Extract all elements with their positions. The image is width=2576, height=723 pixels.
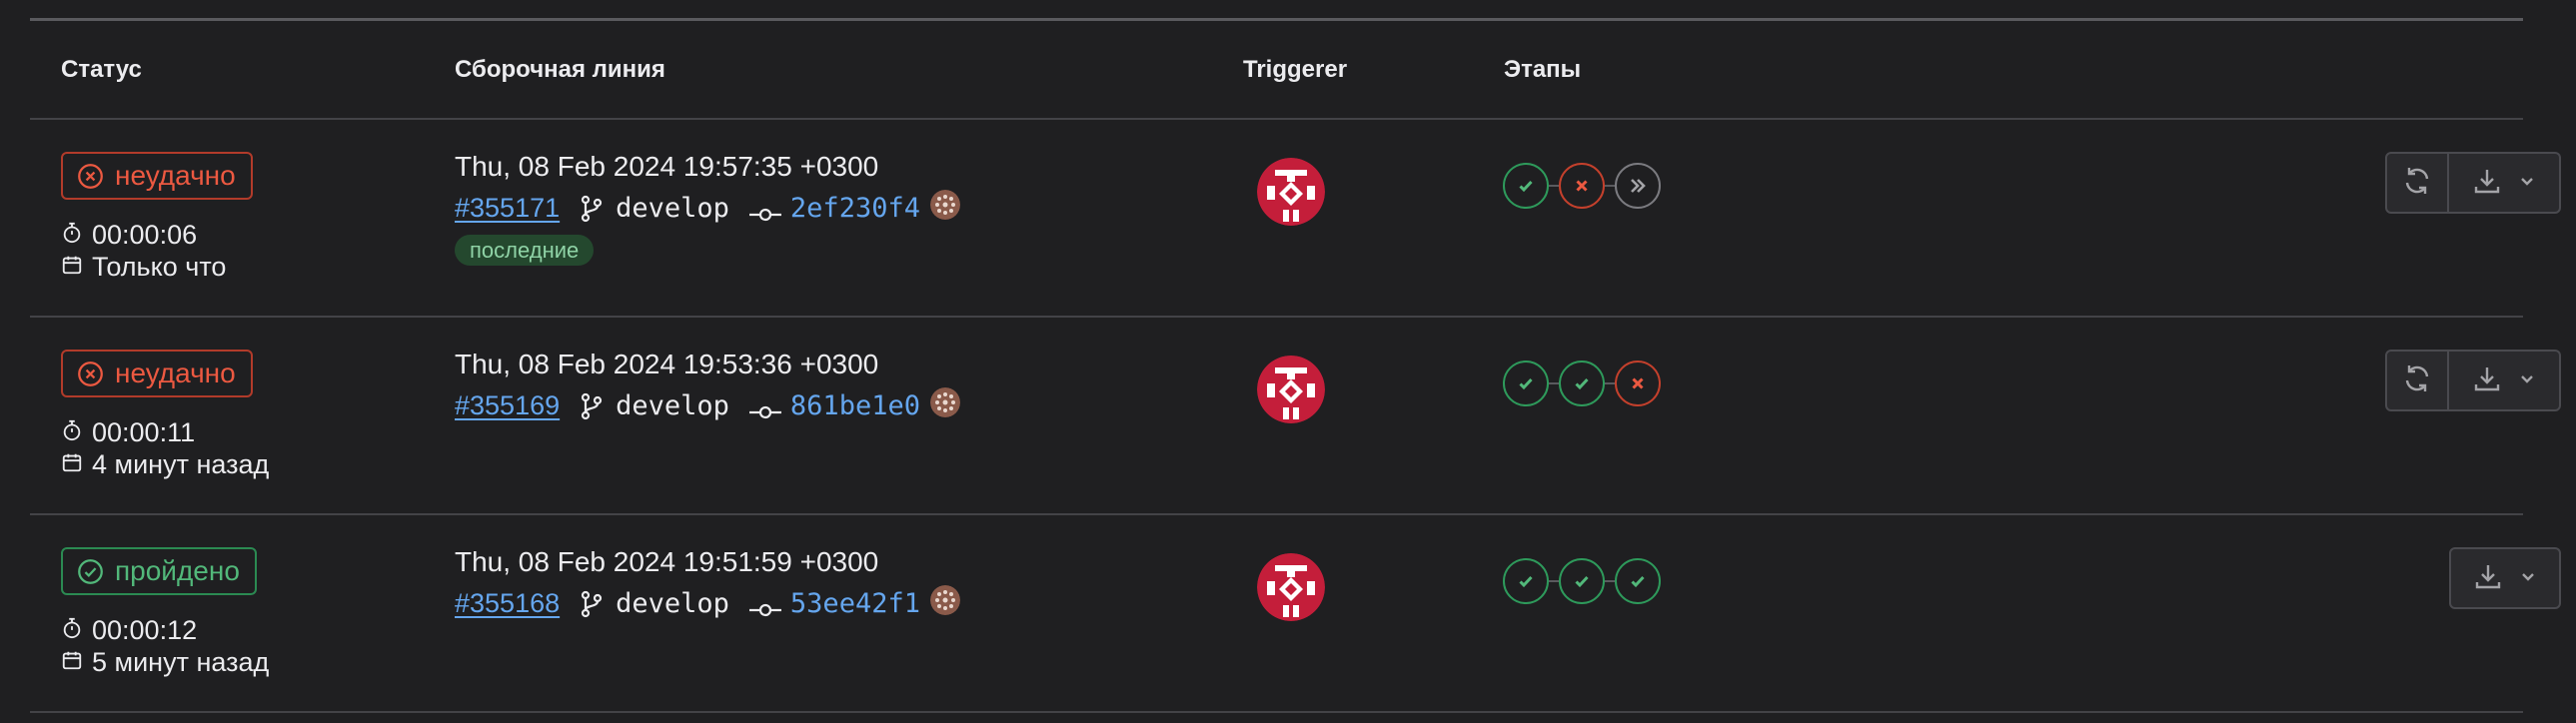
stages-graph [1503, 558, 1661, 604]
actions-group [2449, 547, 2561, 609]
chevron-down-icon [2503, 171, 2537, 196]
triggerer-avatar[interactable] [1257, 553, 1325, 621]
stage-connector [1549, 185, 1559, 187]
stage-success-icon[interactable] [1503, 361, 1549, 406]
commit-sha-link[interactable]: 2ef230f4 [790, 193, 920, 224]
retry-icon [2401, 165, 2433, 202]
stage-connector [1549, 382, 1559, 384]
download-icon [2471, 165, 2503, 202]
duration-value: 00:00:12 [92, 615, 198, 645]
commit-icon [748, 200, 781, 221]
branch-link[interactable]: develop [616, 390, 729, 421]
calendar-icon [61, 252, 92, 283]
x-circle-icon [77, 361, 104, 387]
download-artifacts-button[interactable] [2449, 547, 2561, 609]
download-icon [2471, 362, 2503, 399]
duration: 00:00:12 [61, 615, 197, 646]
pipeline-id-link[interactable]: #355171 [455, 193, 560, 224]
header-pipeline: Сборочная линия [455, 56, 665, 83]
stage-success-icon[interactable] [1503, 558, 1549, 604]
finished-value: Только что [92, 252, 227, 282]
branch-icon [580, 590, 604, 618]
commit-author-avatar[interactable] [920, 190, 960, 227]
commit-sha-link[interactable]: 861be1e0 [790, 390, 920, 421]
timer-icon [61, 615, 92, 646]
status-label: неудачно [115, 160, 236, 191]
stage-success-icon[interactable] [1615, 558, 1661, 604]
commit-icon [748, 397, 781, 418]
download-artifacts-button[interactable] [2449, 350, 2561, 411]
table-header: Статус Сборочная линия Triggerer Этапы [30, 21, 2523, 120]
pipeline-refs: #355169 develop 861be1e0 [455, 387, 960, 424]
calendar-icon [61, 647, 92, 678]
stage-connector [1549, 580, 1559, 582]
pipeline-date: Thu, 08 Feb 2024 19:51:59 +0300 [455, 546, 879, 577]
stages-graph [1503, 361, 1661, 406]
commit-sha-link[interactable]: 53ee42f1 [790, 588, 920, 619]
timer-icon [61, 417, 92, 448]
branch-icon [580, 195, 604, 223]
branch-link[interactable]: develop [616, 588, 729, 619]
commit-author-avatar[interactable] [920, 585, 960, 622]
pipeline-id-link[interactable]: #355168 [455, 588, 560, 619]
finished-at: 5 минут назад [61, 647, 269, 678]
retry-button[interactable] [2385, 350, 2449, 411]
status-badge[interactable]: неудачно [61, 350, 253, 397]
timer-icon [61, 220, 92, 251]
stages-graph [1503, 163, 1661, 209]
pipeline-refs: #355168 develop 53ee42f1 [455, 585, 960, 622]
finished-at: 4 минут назад [61, 449, 269, 480]
status-label: неудачно [115, 358, 236, 388]
table-row: неудачно 00:00:06 Только что Thu, 08 Feb… [30, 120, 2561, 318]
stage-connector [1605, 382, 1615, 384]
status-badge[interactable]: пройдено [61, 547, 257, 595]
finished-at: Только что [61, 252, 226, 283]
stage-skipped-icon[interactable] [1615, 163, 1661, 209]
triggerer-avatar[interactable] [1257, 158, 1325, 226]
branch-link[interactable]: develop [616, 193, 729, 224]
stage-success-icon[interactable] [1559, 361, 1605, 406]
chevron-down-icon [2504, 566, 2538, 591]
pipeline-id-link[interactable]: #355169 [455, 390, 560, 421]
chevron-down-icon [2503, 368, 2537, 393]
branch-icon [580, 392, 604, 420]
pipeline-refs: #355171 develop 2ef230f4 [455, 190, 960, 227]
commit-author-avatar[interactable] [920, 387, 960, 424]
x-circle-icon [77, 163, 104, 190]
status-label: пройдено [115, 555, 240, 586]
stage-success-icon[interactable] [1559, 558, 1605, 604]
header-stages: Этапы [1504, 56, 1582, 83]
stage-success-icon[interactable] [1503, 163, 1549, 209]
finished-value: 5 минут назад [92, 647, 270, 677]
duration: 00:00:11 [61, 417, 195, 448]
header-status: Статус [61, 56, 142, 83]
actions-group [2385, 152, 2561, 214]
table-row: неудачно 00:00:11 4 минут назад Thu, 08 … [30, 318, 2561, 515]
pipelines-table: Статус Сборочная линия Triggerer Этапы н… [30, 21, 2561, 713]
download-artifacts-button[interactable] [2449, 152, 2561, 214]
download-icon [2472, 560, 2504, 597]
calendar-icon [61, 449, 92, 480]
stage-connector [1605, 580, 1615, 582]
latest-tag: последние [455, 235, 595, 266]
stage-failed-icon[interactable] [1559, 163, 1605, 209]
table-body: неудачно 00:00:06 Только что Thu, 08 Feb… [30, 120, 2561, 713]
duration-value: 00:00:06 [92, 220, 198, 250]
finished-value: 4 минут назад [92, 449, 270, 479]
retry-button[interactable] [2385, 152, 2449, 214]
status-badge[interactable]: неудачно [61, 152, 253, 200]
pipeline-date: Thu, 08 Feb 2024 19:53:36 +0300 [455, 349, 879, 379]
table-row: пройдено 00:00:12 5 минут назад Thu, 08 … [30, 515, 2561, 713]
actions-group [2385, 350, 2561, 411]
pipeline-date: Thu, 08 Feb 2024 19:57:35 +0300 [455, 151, 879, 182]
triggerer-avatar[interactable] [1257, 356, 1325, 423]
stage-failed-icon[interactable] [1615, 361, 1661, 406]
header-triggerer: Triggerer [1243, 56, 1348, 83]
stage-connector [1605, 185, 1615, 187]
commit-icon [748, 595, 781, 616]
duration-value: 00:00:11 [92, 417, 196, 447]
duration: 00:00:06 [61, 220, 197, 251]
retry-icon [2401, 362, 2433, 399]
check-circle-icon [77, 558, 104, 585]
